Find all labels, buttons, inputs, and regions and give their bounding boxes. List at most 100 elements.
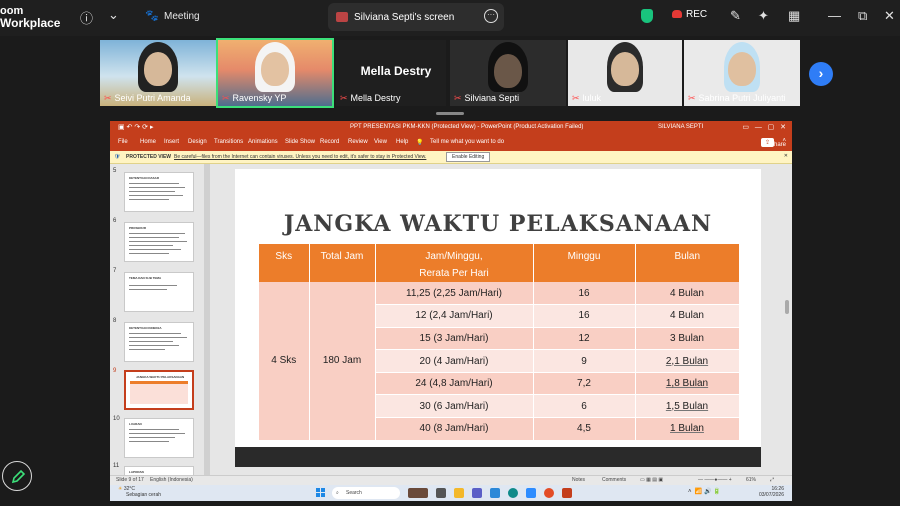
tell-me-input[interactable]: Tell me what you want to do [430,139,504,145]
cell-jam: 24 (4,8 Jam/Hari) [375,372,534,396]
tab-help[interactable]: Help [396,139,408,145]
muted-mic-icon: ✂ [572,93,580,103]
clock-date: 03/07/2026 [758,492,784,498]
slide-thumbnail[interactable]: LUARAN [124,418,194,458]
participant-face [494,54,522,88]
tab-view[interactable]: View [374,139,387,145]
participant-tile-active[interactable]: ✂ Ravensky YP [216,38,334,108]
zoom-icon[interactable] [526,488,536,498]
enable-editing-button[interactable]: Enable Editing [446,152,491,162]
annotate-icon[interactable]: ✎ [730,8,741,24]
tab-transitions[interactable]: Transitions [214,139,243,145]
cell-jam: 12 (2,4 Jam/Hari) [375,304,534,328]
participant-tile[interactable]: ✂ luluk [568,40,682,106]
cell-minggu: 12 [533,327,636,351]
slide-scrollbar[interactable] [784,164,790,476]
weather-widget[interactable]: ☀ 32°C Sebagian cerah [118,486,161,498]
tab-home[interactable]: Home [140,139,156,145]
slide-title: JANGKA WAKTU PELAKSANAAN [283,211,713,237]
sparkle-icon[interactable]: ✦ [758,8,769,24]
fit-slide-icon[interactable]: ⤢ [770,477,774,483]
participant-name: ✂ Sabrina Putri Juliyanti [688,93,786,103]
brand-line-2: Workplace [0,16,61,30]
file-explorer-icon[interactable] [454,488,464,498]
taskbar-clock[interactable]: 16:26 03/07/2026 [759,486,784,498]
slide-thumbnail[interactable]: TEMA DAN SUB TEMA [124,272,194,312]
participant-name: ✂ Ravensky YP [222,93,287,103]
cell-bulan: 4 Bulan [635,304,740,328]
window-controls-icon[interactable]: ▭ — ▢ ✕ [742,123,786,131]
cell-jam: 20 (4 Jam/Hari) [375,349,534,373]
protected-view-label: PROTECTED VIEW [126,154,172,160]
restore-icon[interactable]: ⧉ [858,8,867,24]
thumb-number: 6 [113,218,117,224]
mail-icon[interactable] [490,488,500,498]
cell-bulan: 1,5 Bulan [635,394,740,419]
teams-icon[interactable] [472,488,482,498]
notes-button[interactable]: Notes [572,477,585,483]
tab-design[interactable]: Design [188,139,207,145]
language-indicator[interactable]: English (Indonesia) [150,477,193,483]
scroll-thumb[interactable] [785,300,789,314]
comments-button[interactable]: Comments [602,477,626,483]
tab-file[interactable]: File [118,139,128,145]
meeting-label[interactable]: Meeting [164,11,200,22]
more-options-icon[interactable]: ··· [484,9,498,23]
thumb-number: 9 [113,368,117,374]
taskbar-search[interactable]: ⌕ Search [332,487,400,499]
edge-icon[interactable] [508,488,518,498]
protected-view-message[interactable]: Be careful—files from the Internet can c… [174,154,426,160]
share-button[interactable]: ⇪ Share [760,138,786,148]
participant-tile[interactable]: Mella Destry ✂ Mella Destry [336,40,446,106]
tab-review[interactable]: Review [348,139,368,145]
close-bar-icon[interactable]: ✕ [784,153,788,159]
thumb-title: KETENTUAN KINERJA [129,326,162,330]
ppt-ribbon: File Home Insert Design Transitions Anim… [110,135,792,151]
slide-counter: Slide 9 of 17 [116,477,144,483]
zoom-level[interactable]: 61% [746,477,756,483]
apps-icon[interactable]: ▦ [788,8,800,24]
minimize-icon[interactable]: — [828,8,841,23]
slide-thumbnail[interactable]: KETENTUAN DASAR [124,172,194,212]
annotate-pen-button[interactable] [2,461,32,491]
cell-bulan: 2,1 Bulan [635,349,740,373]
zoom-slider[interactable]: — ——●—— + [698,477,732,483]
ppt-title-bar: ▣ ↶ ↷ ⟳ ▸ PPT PRESENTASI PKM-KKN (Protec… [110,121,792,135]
view-buttons-icon[interactable]: ▭ ▦ ▤ ▣ [640,477,663,483]
participant-tile[interactable]: ✂ Sabrina Putri Juliyanti [684,40,800,106]
tab-insert[interactable]: Insert [164,139,179,145]
pen-icon [11,469,26,484]
share-drag-handle[interactable] [436,112,464,115]
slide-thumbnail-selected[interactable]: JANGKA WAKTU PELAKSANAAN [124,370,194,410]
security-shield-icon[interactable] [641,9,653,23]
tab-slide-show[interactable]: Slide Show [285,139,315,145]
screen-share-pill[interactable]: Silviana Septi's screen ··· [328,3,504,31]
thumb-number: 8 [113,318,117,324]
rec-label: REC [686,9,708,20]
cell-jam: 11,25 (2,25 Jam/Hari) [375,282,534,306]
windows-start-icon[interactable] [316,488,326,498]
chrome-icon[interactable] [544,488,554,498]
taskbar-app-icon[interactable] [408,488,428,498]
video-off-name: Mella Destry [360,64,432,78]
tab-animations[interactable]: Animations [248,139,278,145]
cell-jam: 40 (8 Jam/Hari) [375,417,534,441]
participant-tile[interactable]: ✂ Silviana Septi [450,40,566,106]
close-icon[interactable]: ✕ [884,8,895,24]
slide-thumbnail[interactable]: KETENTUAN KINERJA [124,322,194,362]
thumb-title: LUARAN [129,422,142,426]
tab-record[interactable]: Record [320,139,339,145]
chevron-down-icon[interactable]: ⌄ [108,7,119,23]
participant-tile[interactable]: ✂ Seivi Putri Amanda [100,40,216,106]
record-button[interactable]: REC [672,9,707,20]
collapse-ribbon-icon[interactable]: ˄ [782,138,786,144]
slide-thumbnail[interactable]: PROSEDUR [124,222,194,262]
quick-access-icons[interactable]: ▣ ↶ ↷ ⟳ ▸ [118,123,154,131]
powerpoint-icon[interactable] [562,488,572,498]
info-icon[interactable]: ⓘ [80,8,93,27]
ppt-user-name[interactable]: SILVIANA SEPTI [658,124,703,130]
task-view-icon[interactable] [436,488,446,498]
system-tray-icons[interactable]: ˄ 📶 🔊 🔋 [688,488,721,495]
gallery-next-button[interactable]: › [809,62,833,86]
slide: JANGKA WAKTU PELAKSANAAN Sks Total Jam J… [235,169,761,467]
